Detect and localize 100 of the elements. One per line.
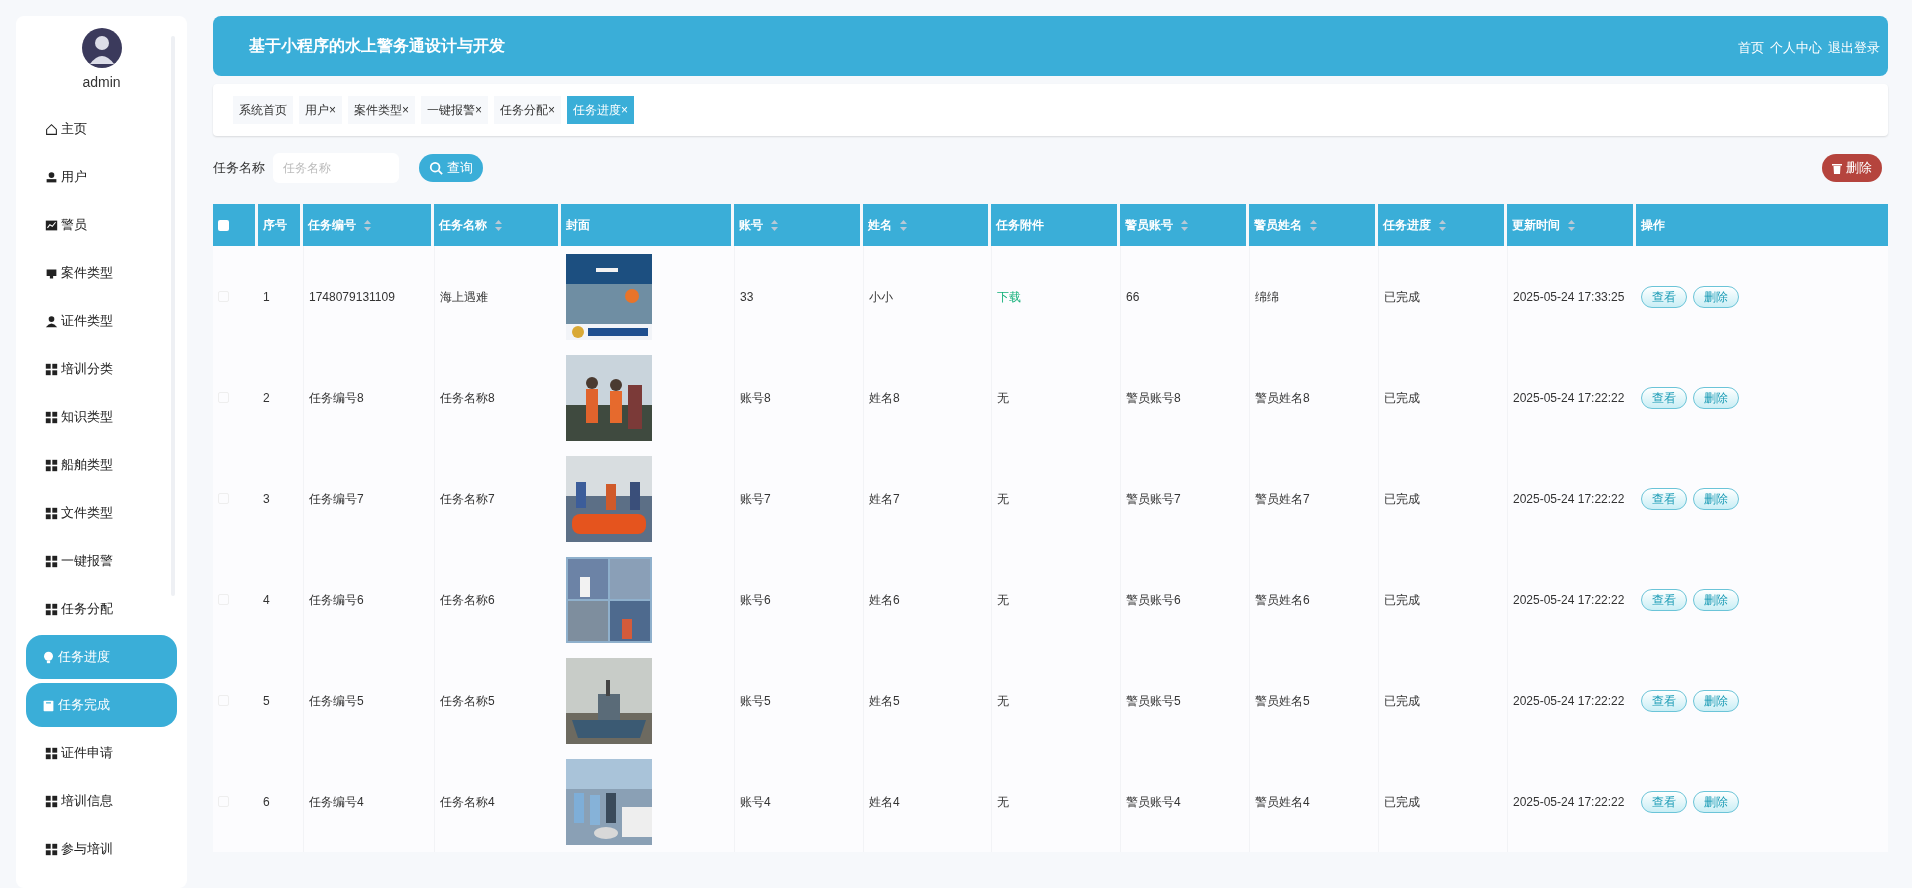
sort-icon[interactable] (495, 219, 502, 231)
sort-icon[interactable] (1310, 219, 1317, 231)
delete-row-button[interactable]: 删除 (1693, 588, 1739, 611)
column-header[interactable]: 警员姓名 (1249, 204, 1375, 246)
tab[interactable]: 案件类型× (348, 96, 416, 124)
select-all-checkbox[interactable] (218, 219, 229, 231)
delete-row-button[interactable]: 删除 (1693, 487, 1739, 510)
sidebar-item[interactable]: 文件类型 (26, 491, 177, 535)
view-button[interactable]: 查看 (1641, 689, 1687, 712)
table-cell-text: 警员姓名8 (1255, 389, 1310, 407)
sidebar-item[interactable]: 培训分类 (26, 347, 177, 391)
table-cell-text: 任务名称8 (440, 389, 495, 407)
table-cell-text: 已完成 (1384, 692, 1420, 710)
home-icon (45, 122, 58, 136)
download-link[interactable]: 下载 (997, 287, 1021, 306)
column-header[interactable]: 封面 (561, 204, 731, 246)
delete-row-button[interactable]: 删除 (1693, 689, 1739, 712)
table-cell-text: 1 (263, 288, 270, 306)
tab[interactable]: 任务分配× (494, 96, 562, 124)
tab[interactable]: 系统首页 (233, 96, 293, 124)
delete-row-button[interactable]: 删除 (1693, 285, 1739, 308)
sort-icon[interactable] (900, 219, 907, 231)
user-name: admin (82, 73, 121, 92)
table-cell-text: 姓名6 (869, 591, 900, 609)
column-header[interactable]: 任务名称 (434, 204, 558, 246)
sidebar-item[interactable]: 案件类型 (26, 251, 177, 295)
column-header[interactable]: 账号 (734, 204, 860, 246)
sidebar-item[interactable]: 用户 (26, 155, 177, 199)
table-cell-text: 警员账号4 (1126, 793, 1181, 811)
column-header[interactable]: 任务进度 (1378, 204, 1504, 246)
table-cell-text: 任务编号7 (309, 490, 364, 508)
table-cell-text: 警员姓名6 (1255, 591, 1310, 609)
sort-icon[interactable] (1439, 219, 1446, 231)
sidebar-item[interactable]: 知识类型 (26, 395, 177, 439)
table-cell-text: 警员账号7 (1126, 490, 1181, 508)
sort-icon[interactable] (1181, 219, 1188, 231)
view-button[interactable]: 查看 (1641, 285, 1687, 308)
tray-icon (45, 266, 58, 280)
tab[interactable]: 用户× (299, 96, 342, 124)
sidebar-item[interactable]: 船舶类型 (26, 443, 177, 487)
sidebar-item[interactable]: 警员 (26, 203, 177, 247)
table-cell-text: 已完成 (1384, 793, 1420, 811)
grid-icon (45, 458, 58, 472)
table-cell-text: 无 (997, 692, 1009, 710)
table-cell-text: 账号7 (740, 490, 771, 508)
table-cell-text: 警员账号6 (1126, 591, 1181, 609)
table-cell-text: 1748079131109 (309, 288, 395, 306)
sidebar-item[interactable]: 证件申请 (26, 731, 177, 775)
view-button[interactable]: 查看 (1641, 790, 1687, 813)
sidebar-item[interactable]: 主页 (26, 107, 177, 151)
chart-icon (45, 218, 58, 232)
user-icon (45, 170, 58, 184)
table-cell-text: 无 (997, 591, 1009, 609)
tab[interactable]: 一键报警× (421, 96, 489, 124)
header-link[interactable]: 首页 (1738, 38, 1764, 58)
app-title: 基于小程序的水上警务通设计与开发 (249, 36, 505, 56)
delete-row-button[interactable]: 删除 (1693, 790, 1739, 813)
table-cell-text: 警员姓名4 (1255, 793, 1310, 811)
sidebar-item[interactable]: 任务分配 (26, 587, 177, 631)
table-cell-text: 任务编号4 (309, 793, 364, 811)
delete-row-button[interactable]: 删除 (1693, 386, 1739, 409)
sidebar-item[interactable]: 参与培训 (26, 827, 177, 871)
table-cell-text: 3 (263, 490, 270, 508)
view-button[interactable]: 查看 (1641, 386, 1687, 409)
table-cell-text: 小小 (869, 288, 893, 306)
sidebar-item[interactable]: 一键报警 (26, 539, 177, 583)
column-header[interactable]: 操作 (1636, 204, 1888, 246)
sidebar-item[interactable]: 任务进度 (26, 635, 177, 679)
column-header[interactable]: 警员账号 (1120, 204, 1246, 246)
column-header[interactable]: 更新时间 (1507, 204, 1633, 246)
tab[interactable]: 任务进度× (567, 96, 635, 124)
grid-icon (45, 410, 58, 424)
trash-icon (1832, 162, 1842, 174)
table-cell-text: 任务名称6 (440, 591, 495, 609)
sort-icon[interactable] (1568, 219, 1575, 231)
sidebar-item[interactable]: 培训信息 (26, 779, 177, 823)
view-button[interactable]: 查看 (1641, 487, 1687, 510)
search-button[interactable]: 查询 (419, 154, 483, 182)
table-cell-text: 账号6 (740, 591, 771, 609)
column-header[interactable]: 序号 (258, 204, 300, 246)
table-cell-text: 账号5 (740, 692, 771, 710)
sidebar-item[interactable]: 任务完成 (26, 683, 177, 727)
header-link[interactable]: 退出登录 (1828, 38, 1880, 58)
column-header[interactable]: 任务编号 (303, 204, 431, 246)
sort-icon[interactable] (771, 219, 778, 231)
search-field[interactable]: 任务名称 (273, 153, 399, 183)
sort-icon[interactable] (364, 219, 371, 231)
grid-icon (45, 746, 58, 760)
table-cell-text: 任务名称7 (440, 490, 495, 508)
table-cell-text: 66 (1126, 288, 1140, 306)
sidebar-item[interactable]: 证件类型 (26, 299, 177, 343)
table-cell-text: 2025-05-24 17:22:22 (1513, 793, 1625, 811)
view-button[interactable]: 查看 (1641, 588, 1687, 611)
column-header[interactable]: 任务附件 (991, 204, 1117, 246)
header-link[interactable]: 个人中心 (1770, 38, 1822, 58)
delete-button[interactable]: 删除 (1822, 154, 1882, 182)
column-header[interactable]: 姓名 (863, 204, 988, 246)
table-cell-text: 绵绵 (1255, 288, 1279, 306)
table-cell-text: 2025-05-24 17:33:25 (1513, 288, 1625, 306)
grid-icon (45, 602, 58, 616)
